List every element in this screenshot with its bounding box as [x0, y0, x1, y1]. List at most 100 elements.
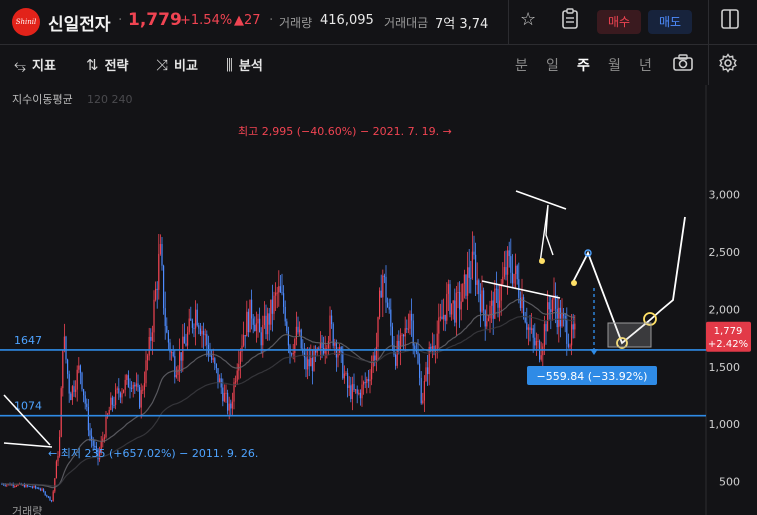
candle-body [147, 355, 149, 361]
candle-body [179, 352, 181, 370]
candle-body [78, 365, 80, 370]
analysis-button[interactable]: ⫼ 분석 [226, 55, 263, 74]
candle-body [183, 336, 185, 344]
candle-body [319, 343, 321, 349]
period-month[interactable]: 월 [608, 55, 621, 75]
candle-body [499, 300, 501, 308]
strategy-button[interactable]: ⇅ 전략 [86, 55, 129, 74]
candle-body [254, 324, 256, 332]
candle-body [215, 364, 217, 369]
candle-body [383, 275, 385, 277]
shuffle-icon: ⤨ [156, 56, 169, 74]
candle-body [572, 324, 574, 330]
compare-button[interactable]: ⤨ 비교 [156, 55, 198, 74]
candle-body [68, 374, 70, 394]
buy-button[interactable]: 매수 [597, 10, 641, 34]
indicator-icon: ⥃ [14, 56, 27, 74]
candle-body [47, 496, 49, 498]
candle-body [206, 334, 208, 345]
candle-body [492, 300, 494, 319]
candle-body [371, 366, 373, 380]
candle-body [110, 397, 112, 410]
separator-dot: · [269, 12, 274, 28]
candle-body [291, 353, 293, 355]
candle-body [214, 358, 216, 365]
candle-body [484, 310, 486, 327]
candle-body [399, 335, 401, 351]
candle-body [83, 389, 85, 396]
candle-body [423, 381, 425, 401]
candle-body [166, 325, 168, 333]
panel-layout-icon[interactable] [720, 8, 740, 35]
candle-body [190, 318, 192, 321]
period-week[interactable]: 주 [577, 55, 590, 75]
candle-body [543, 324, 545, 347]
sell-button[interactable]: 매도 [648, 10, 692, 34]
candle-body [521, 297, 523, 309]
candle-body [459, 292, 461, 310]
period-year[interactable]: 년 [639, 55, 652, 75]
candle-body [387, 302, 389, 308]
candle-body [468, 267, 470, 278]
candle-body [375, 346, 377, 361]
candle-body [321, 343, 323, 348]
candle-body [534, 337, 536, 346]
candle-body [356, 389, 358, 394]
candle-body [177, 369, 179, 375]
candle-body [135, 383, 137, 387]
candle-body [527, 327, 529, 330]
candle-body [327, 341, 329, 349]
volume-legend: 거래량 [12, 505, 42, 515]
candle-body [422, 400, 424, 404]
candle-body [463, 274, 465, 284]
candle-body [489, 305, 491, 319]
candle-body [361, 384, 363, 399]
candle-body [559, 307, 561, 327]
candle-body [28, 486, 30, 488]
camera-icon[interactable] [672, 53, 694, 78]
analysis-label: 분석 [238, 59, 263, 74]
stock-header: Shinil 신일전자 · 1,779 +1.54% ▲27 · 거래량 416… [0, 0, 757, 44]
period-minute[interactable]: 분 [515, 55, 528, 75]
candle-body [507, 250, 509, 275]
candle-body [131, 387, 133, 389]
candle-body [343, 373, 345, 379]
strategy-icon: ⇅ [86, 56, 99, 74]
candle-body [281, 292, 283, 294]
candle-body [369, 379, 371, 382]
candle-body [353, 384, 355, 390]
candle-body [287, 331, 289, 346]
candle-body [105, 416, 107, 438]
candle-body [75, 389, 77, 392]
candle-body [537, 341, 539, 343]
candle-body [276, 292, 278, 294]
candle-body [467, 267, 469, 296]
candle-body [345, 373, 347, 375]
candle-body [441, 316, 443, 320]
candle-body [129, 387, 131, 389]
settings-gear-icon[interactable] [718, 53, 738, 78]
candle-body [574, 323, 576, 330]
candle-body [51, 500, 53, 502]
candle-body [174, 356, 176, 378]
candle-body [283, 293, 285, 307]
notes-clipboard-icon[interactable] [561, 8, 579, 35]
low-annotation: ← 최저 235 (+657.02%) − 2011. 9. 26. [48, 447, 258, 460]
candle-body [510, 256, 512, 273]
candle-body [311, 357, 313, 371]
candle-body [427, 367, 429, 375]
candle-body [497, 288, 499, 308]
candle-body [209, 355, 211, 357]
candle-icon: ⫼ [226, 56, 233, 74]
candle-body [267, 313, 269, 335]
candle-body [300, 329, 302, 349]
price-chart[interactable]: 지수이동평균 120 240 500 1,000 1,500 2,000 2,500 3,… [0, 85, 757, 515]
indicator-button[interactable]: ⥃ 지표 [14, 55, 56, 74]
candle-body [140, 390, 142, 408]
candle-body [329, 315, 331, 342]
candle-body [455, 292, 457, 323]
y-tick-label: 500 [719, 476, 740, 489]
candle-body [92, 440, 94, 446]
favorite-star-icon[interactable]: ☆ [520, 9, 536, 30]
period-day[interactable]: 일 [546, 55, 559, 75]
